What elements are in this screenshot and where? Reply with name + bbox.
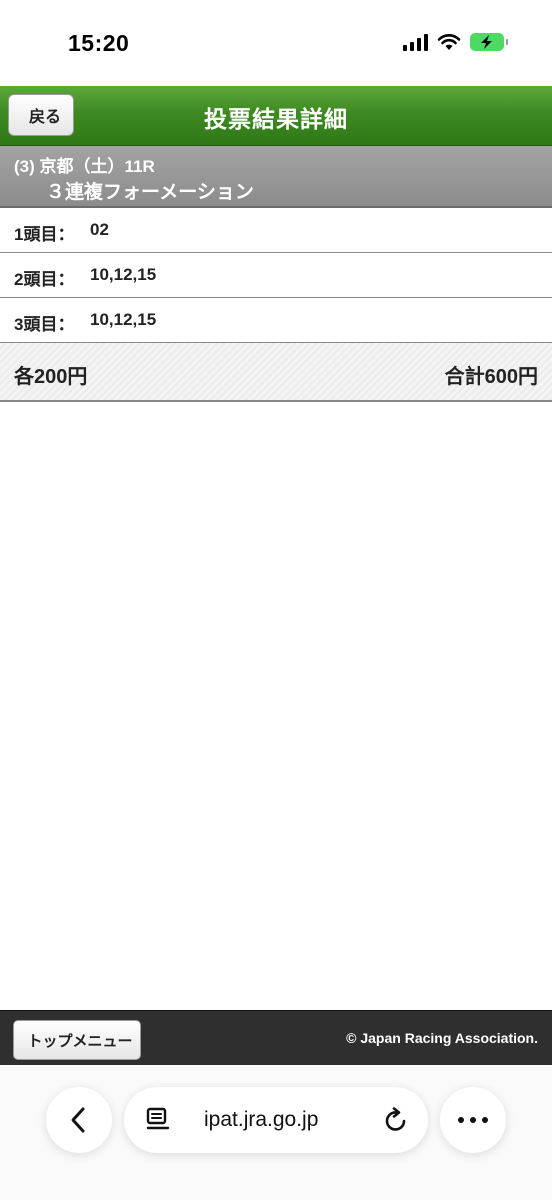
more-icon — [458, 1117, 488, 1123]
battery-charging-icon — [470, 33, 508, 51]
browser-back-button[interactable] — [46, 1087, 112, 1153]
reload-icon[interactable] — [382, 1106, 410, 1134]
status-time: 15:20 — [68, 30, 130, 56]
top-menu-label: トップメニュー — [27, 1032, 133, 1050]
bet-type: ３連複フォーメーション — [46, 182, 254, 203]
more-button[interactable] — [440, 1087, 506, 1153]
total-row: 各200円 合計600円 — [0, 342, 552, 402]
race-name: (3) 京都（土）11R — [14, 157, 155, 176]
amount-each: 各200円 — [14, 366, 88, 388]
amount-total: 合計600円 — [444, 366, 538, 388]
selection-value: 10,12,15 — [90, 265, 157, 284]
selection-value: 02 — [90, 220, 109, 239]
signal-icon — [403, 33, 428, 51]
back-button-label: 戻る — [28, 109, 61, 126]
selection-label: 2頭目： — [14, 270, 75, 289]
footer-bar: トップメニュー © Japan Racing Association. — [0, 1010, 552, 1065]
chevron-left-icon — [71, 1107, 85, 1133]
selection-row-3: 3頭目： 10,12,15 — [0, 298, 552, 343]
reader-icon[interactable] — [146, 1107, 170, 1133]
selection-row-1: 1頭目： 02 — [0, 208, 552, 253]
status-icons — [403, 33, 508, 51]
wifi-icon — [437, 34, 461, 50]
address-bar[interactable]: ipat.jra.go.jp — [124, 1087, 428, 1153]
race-info: (3) 京都（土）11R ３連複フォーメーション — [0, 146, 552, 208]
selection-label: 1頭目： — [14, 225, 75, 244]
app-header: 戻る 投票結果詳細 — [0, 86, 552, 146]
top-menu-button[interactable]: トップメニュー — [13, 1020, 141, 1060]
page-title: 投票結果詳細 — [204, 106, 348, 132]
browser-toolbar: ipat.jra.go.jp — [0, 1065, 552, 1200]
copyright: © Japan Racing Association. — [346, 1030, 538, 1046]
url-text[interactable]: ipat.jra.go.jp — [204, 1108, 318, 1132]
selection-row-2: 2頭目： 10,12,15 — [0, 253, 552, 298]
selection-label: 3頭目： — [14, 315, 75, 334]
status-bar: 15:20 — [0, 0, 552, 86]
selection-value: 10,12,15 — [90, 310, 157, 329]
